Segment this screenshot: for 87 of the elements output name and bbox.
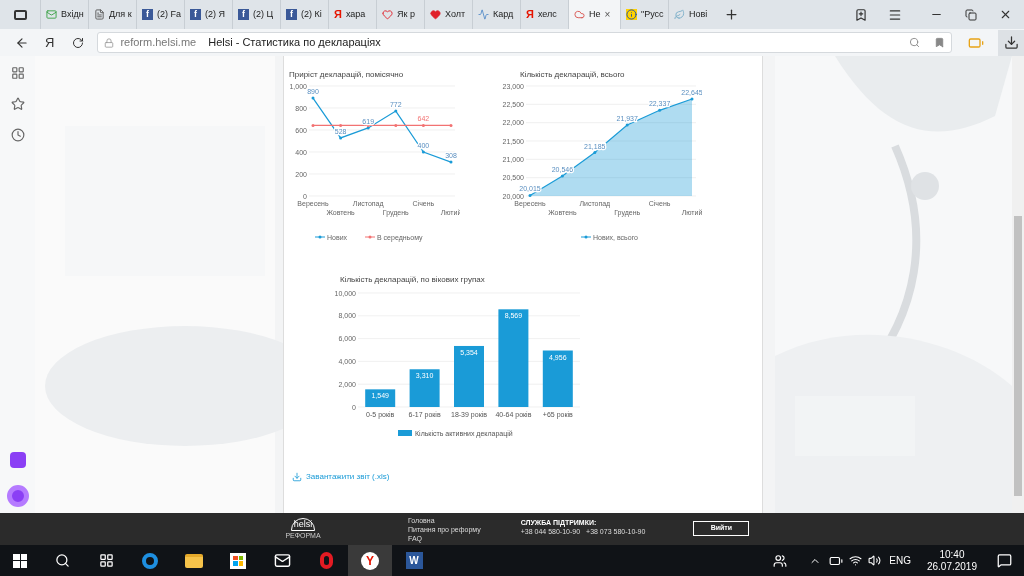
data-point — [449, 160, 453, 164]
alice-assistant-icon[interactable] — [6, 485, 29, 507]
facebook-icon: f — [238, 9, 249, 20]
page-title: Helsi - Статистика по деклараціях — [208, 35, 381, 51]
windows-logo-icon — [13, 553, 27, 568]
data-point — [311, 123, 315, 127]
word-icon: W — [405, 552, 423, 569]
panel-icon — [13, 9, 27, 20]
leaf-icon — [674, 9, 685, 20]
envelope-icon — [46, 9, 57, 20]
star-icon[interactable] — [10, 97, 25, 111]
menu-icon[interactable] — [888, 7, 902, 22]
browser-tab[interactable]: Не × — [568, 0, 620, 29]
data-point — [625, 123, 629, 127]
yandex-button[interactable]: Я — [45, 32, 55, 53]
data-point — [311, 96, 315, 100]
clock-button[interactable]: 10:40 26.07.2019 — [926, 548, 977, 573]
alice-app-icon[interactable] — [9, 452, 26, 468]
chart-title: Приріст декларацій, помісячно — [289, 70, 404, 79]
opera-ring-icon — [319, 552, 333, 569]
legend-swatch-icon — [398, 430, 412, 436]
taskbar-app-button[interactable]: Y — [348, 545, 392, 576]
scroll-thumb[interactable] — [1014, 216, 1022, 496]
heart-icon — [430, 9, 441, 20]
url-text: reform.helsi.me — [120, 35, 197, 51]
document-icon — [94, 9, 105, 20]
downloads-button[interactable] — [998, 29, 1024, 56]
bar — [542, 350, 573, 407]
logo-cloud-icon: helsi — [290, 518, 316, 531]
data-point — [339, 136, 343, 140]
download-icon — [1003, 35, 1019, 50]
data-point — [528, 193, 532, 197]
scrollbar[interactable] — [1012, 56, 1024, 513]
store-bag-icon — [230, 552, 246, 569]
folder-icon — [185, 553, 203, 568]
bar — [409, 369, 440, 407]
restore-icon[interactable] — [965, 8, 977, 21]
search-icon[interactable] — [909, 37, 921, 48]
edge-icon — [142, 552, 158, 569]
close-tab-button[interactable]: × — [604, 9, 611, 20]
speaker-icon[interactable] — [868, 554, 882, 567]
yandex-browser-icon: Y — [361, 551, 379, 570]
bookmarks-icon[interactable] — [854, 7, 868, 22]
data-point — [690, 97, 694, 101]
reload-icon[interactable] — [72, 36, 85, 49]
new-tab-icon[interactable] — [724, 7, 739, 22]
bookmark-icon[interactable] — [934, 37, 946, 48]
data-point — [339, 123, 343, 127]
yandex-icon: Я — [526, 9, 534, 20]
lock-icon — [104, 37, 115, 48]
legend-marker-icon — [580, 235, 592, 239]
address-field[interactable]: reform.helsi.me Helsi - Статистика по деклараціях — [97, 32, 953, 53]
info-icon — [626, 9, 637, 20]
legend-marker-icon — [364, 235, 376, 239]
chart-title: Кількість декларацій, по вікових групах — [340, 275, 485, 284]
data-point — [394, 109, 398, 113]
pulse-icon — [478, 9, 489, 20]
wifi-icon[interactable] — [849, 554, 863, 567]
clock-icon[interactable] — [10, 128, 25, 142]
data-point — [421, 123, 425, 127]
notifications-icon[interactable] — [997, 553, 1012, 568]
data-point — [449, 123, 453, 127]
data-point — [658, 108, 662, 112]
legend-marker-icon — [314, 235, 326, 239]
task-view-icon — [98, 553, 114, 568]
chart-title: Кількість декларацій, всього — [520, 70, 625, 79]
bar — [454, 345, 484, 407]
grid-icon[interactable] — [10, 66, 25, 80]
data-point — [421, 150, 425, 154]
data-point — [394, 123, 398, 127]
yandex-icon: Я — [334, 9, 342, 20]
language-indicator[interactable]: ENG — [889, 553, 911, 568]
people-icon[interactable] — [773, 553, 788, 568]
taskbar-app-button[interactable]: W — [392, 545, 436, 576]
close-icon[interactable] — [999, 8, 1012, 21]
facebook-icon: f — [286, 9, 297, 20]
data-point — [560, 174, 564, 178]
search-icon — [54, 553, 70, 568]
back-icon[interactable] — [15, 35, 29, 50]
facebook-icon: f — [190, 9, 201, 20]
envelope-icon — [273, 552, 291, 569]
facebook-icon: f — [142, 9, 153, 20]
download-icon — [292, 472, 302, 482]
heart-icon — [382, 9, 393, 20]
data-point — [593, 151, 597, 155]
bar — [365, 389, 396, 407]
cloud-icon — [574, 9, 585, 20]
